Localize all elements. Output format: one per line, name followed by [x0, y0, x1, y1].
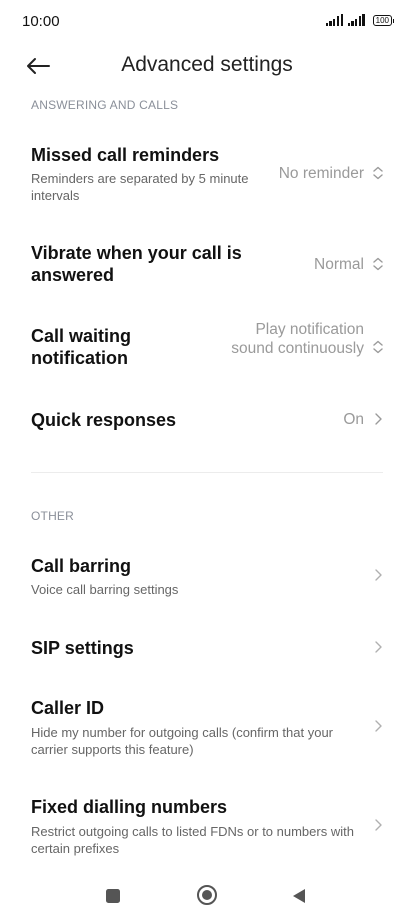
setting-call-waiting[interactable]: Call waiting notification Play notificat…	[0, 316, 414, 382]
status-icons: 100	[325, 14, 395, 26]
status-time: 10:00	[22, 13, 60, 30]
setting-sip[interactable]: SIP settings	[0, 628, 414, 668]
row-title: Vibrate when your call is answered	[31, 243, 242, 285]
row-value: No reminder	[278, 165, 364, 182]
row-subtitle: Restrict outgoing calls to listed FDNs o…	[31, 824, 354, 856]
row-subtitle: Hide my number for outgoing calls (confi…	[31, 725, 334, 757]
setting-caller-id[interactable]: Caller ID Hide my number for outgoing ca…	[0, 689, 414, 769]
up-down-chevron-icon	[373, 257, 383, 271]
section-divider	[31, 472, 383, 473]
system-nav-bar	[0, 873, 414, 920]
signal-icon	[347, 14, 365, 26]
signal-icon	[325, 14, 343, 26]
chevron-right-icon	[375, 720, 382, 732]
status-bar: 10:00 100	[0, 0, 414, 44]
row-value: On	[343, 411, 364, 428]
setting-vibrate-answered[interactable]: Vibrate when your call is answered Norma…	[0, 232, 414, 296]
chevron-right-icon	[375, 569, 382, 581]
row-value: Normal	[314, 256, 364, 273]
setting-quick-responses[interactable]: Quick responses On	[0, 400, 414, 440]
battery-icon: 100	[372, 14, 395, 26]
section-label-other: OTHER	[31, 509, 74, 523]
chevron-right-icon	[375, 641, 382, 653]
row-subtitle: Reminders are separated by 5 minute inte…	[31, 171, 249, 203]
up-down-chevron-icon	[373, 340, 383, 354]
setting-missed-call-reminders[interactable]: Missed call reminders Reminders are sepa…	[0, 135, 414, 215]
row-title: SIP settings	[31, 638, 134, 658]
row-title: Call barring	[31, 556, 132, 576]
row-title: Missed call reminders	[31, 145, 220, 165]
app-header: Advanced settings	[0, 44, 414, 88]
row-subtitle: Voice call barring settings	[31, 582, 179, 597]
row-title: Caller ID	[31, 698, 105, 718]
up-down-chevron-icon	[373, 166, 383, 180]
page-title: Advanced settings	[121, 53, 293, 76]
chevron-right-icon	[375, 819, 382, 831]
row-title: Call waiting notification	[31, 326, 132, 368]
chevron-right-icon	[375, 413, 382, 425]
setting-fixed-dialling-numbers[interactable]: Fixed dialling numbers Restrict outgoing…	[0, 787, 414, 867]
row-title: Quick responses	[31, 410, 177, 430]
row-value: Play notification sound continuously	[231, 321, 364, 357]
back-triangle-icon[interactable]	[290, 887, 308, 905]
home-circle-icon[interactable]	[196, 884, 218, 906]
row-title: Fixed dialling numbers	[31, 797, 228, 817]
recents-square-icon[interactable]	[105, 888, 121, 904]
setting-call-barring[interactable]: Call barring Voice call barring settings	[0, 546, 414, 606]
section-label-answering: ANSWERING AND CALLS	[31, 98, 179, 112]
